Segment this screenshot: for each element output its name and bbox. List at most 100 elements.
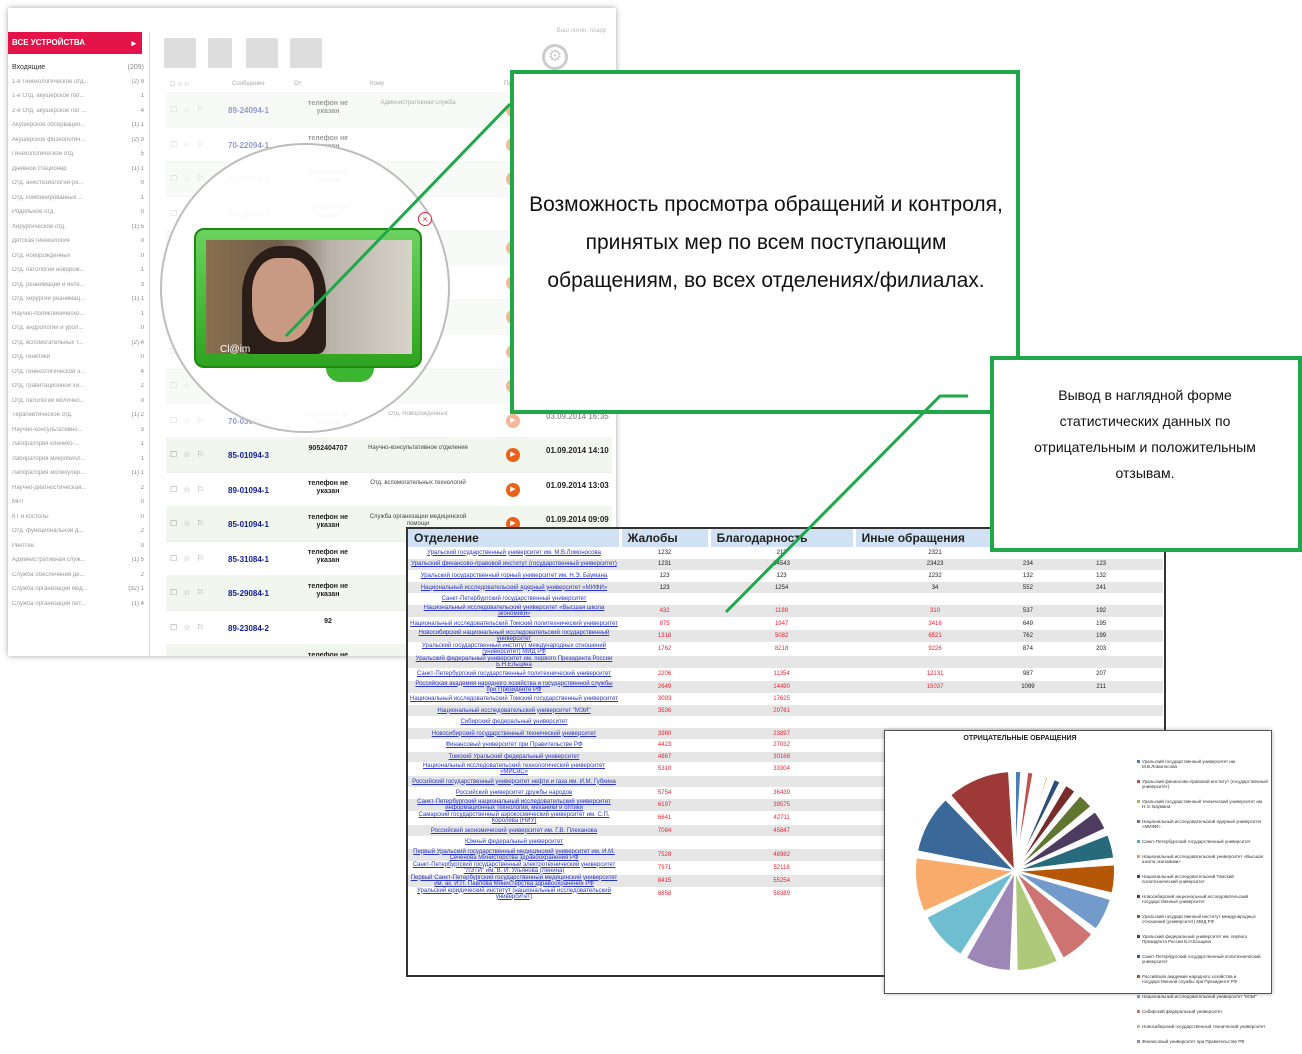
sidebar-folder[interactable]: МРТ 0 xyxy=(12,499,144,514)
stats-dept-link[interactable]: Национальный исследовательский ядерный у… xyxy=(408,581,620,594)
stats-dept-link[interactable]: Российская академия народного хозяйства … xyxy=(408,680,620,694)
row-flags[interactable]: ☐ ☆ ⚐ xyxy=(170,416,206,425)
sidebar-folder[interactable]: Лаборатория молекуляр... (1) 1 xyxy=(12,470,144,485)
stats-dept-link[interactable]: Самарский государственный аэрокосмически… xyxy=(408,811,620,826)
col-from[interactable]: От xyxy=(294,81,301,87)
sidebar-folder[interactable]: Административная служ... (1) 5 xyxy=(12,557,144,572)
sidebar-folder[interactable]: Отд. функциональной д... 2 xyxy=(12,528,144,543)
stats-dept-link[interactable]: Уральский государственный горный универс… xyxy=(408,570,620,583)
message-number[interactable]: 85-29084-1 xyxy=(228,589,269,598)
sidebar-folder[interactable]: Отд. новорожденных 0 xyxy=(12,253,144,268)
message-number[interactable]: 89-23084-2 xyxy=(228,624,269,633)
row-flags[interactable]: ☐ ☆ ⚐ xyxy=(170,174,206,183)
close-icon[interactable]: × xyxy=(418,212,432,226)
stats-dept-link[interactable]: Санкт-Петербургский государственный поли… xyxy=(408,668,620,681)
sidebar-folder[interactable]: Родильное отд. 0 xyxy=(12,209,144,224)
col-to[interactable]: Кому xyxy=(370,81,384,87)
message-number[interactable]: 89-01094-1 xyxy=(228,486,269,495)
stats-dept-link[interactable]: Новосибирский национальный исследователь… xyxy=(408,629,620,644)
message-number[interactable]: 89-24094-1 xyxy=(228,106,269,115)
message-row[interactable]: ☐ ☆ ⚐ 89-01094-1 телефон не указан Отд. всп… xyxy=(166,472,612,508)
sidebar-folder[interactable]: Служба организации пит... (1) 4 xyxy=(12,601,144,616)
stats-dept-link[interactable]: Российский государственный университет н… xyxy=(408,775,620,788)
stats-dept-link[interactable]: Национальный исследовательский технологи… xyxy=(408,762,620,777)
row-flags[interactable]: ☐ ☆ ⚐ xyxy=(170,519,206,528)
select-all-checkbox[interactable]: ☐ ☆ ⚐ xyxy=(170,81,189,88)
stats-dept-link[interactable]: Национальный исследовательский Томский п… xyxy=(408,617,620,631)
sidebar-folder[interactable]: Гинекологическое отд. 5 xyxy=(12,151,144,166)
stats-dept-link[interactable]: Санкт-Петербургский национальный исследо… xyxy=(408,798,620,813)
sidebar-folder[interactable]: Рентген 0 xyxy=(12,543,144,558)
sidebar-folder[interactable]: Отд. комбинированных ... 1 xyxy=(12,195,144,210)
sidebar-folder[interactable]: Отд. андрологии и урол... 0 xyxy=(12,325,144,340)
all-devices-button[interactable]: ВСЕ УСТРОЙСТВА ▸ xyxy=(8,32,142,54)
sidebar-folder[interactable]: Отд. патологии молочно... 0 xyxy=(12,398,144,413)
stats-dept-link[interactable]: Национальный исследовательский университ… xyxy=(408,604,620,619)
row-flags[interactable]: ☐ ☆ ⚐ xyxy=(170,140,206,149)
stats-dept-link[interactable]: Уральский юридический институт (национал… xyxy=(408,887,620,901)
sidebar-folder[interactable]: Детская гинекология 0 xyxy=(12,238,144,253)
row-flags[interactable]: ☐ ☆ ⚐ xyxy=(170,588,206,597)
video-frame[interactable]: Cl@im xyxy=(206,240,412,354)
sidebar-folder[interactable]: Служба организации мед... (32) 1 xyxy=(12,586,144,601)
stats-dept-link[interactable]: Южный федеральный университет xyxy=(408,836,620,849)
stats-dept-link[interactable]: Санкт-Петербургский государственный элек… xyxy=(408,861,620,875)
forward-mail-icon[interactable] xyxy=(290,38,322,68)
sidebar-folder[interactable]: Терапевтическое отд. (1) 2 xyxy=(12,412,144,427)
col-message[interactable]: Сообщение xyxy=(232,81,265,87)
row-flags[interactable]: ☐ ☆ ⚐ xyxy=(170,485,206,494)
sidebar-folder[interactable]: 1-е Отд. акушерское пат... 1 xyxy=(12,93,144,108)
sidebar-folder[interactable]: Научно-консультативно... 3 xyxy=(12,427,144,442)
sidebar-folder[interactable]: Служба обеспечения де... 2 xyxy=(12,572,144,587)
stats-dept-link[interactable]: Уральский государственный институт между… xyxy=(408,642,620,657)
trash-icon[interactable] xyxy=(208,38,232,68)
stats-dept-link[interactable]: Сибирский федеральный университет xyxy=(408,716,620,729)
message-number[interactable]: 85-01094-1 xyxy=(228,520,269,529)
stats-dept-link[interactable]: Уральский финансово-правовой институт (г… xyxy=(408,558,620,571)
stats-dept-link[interactable]: Уральский федеральный университет им. пе… xyxy=(408,655,620,670)
message-number[interactable]: 85-01094-3 xyxy=(228,451,269,460)
row-flags[interactable]: ☐ ☆ ⚐ xyxy=(170,554,206,563)
row-flags[interactable]: ☐ ☆ ⚐ xyxy=(170,105,206,114)
stats-dept-link[interactable]: Первый Уральский государственный медицин… xyxy=(408,848,620,862)
sidebar-folder[interactable]: Акушерское обсервацио... (1) 1 xyxy=(12,122,144,137)
stats-dept-link[interactable]: Томский Уральский федеральный университе… xyxy=(408,751,620,764)
sidebar-folder[interactable]: Хирургическое отд. (1) 5 xyxy=(12,224,144,239)
sidebar-folder[interactable]: Отд. патологии новорож... 1 xyxy=(12,267,144,282)
stats-dept-link[interactable]: Первый Санкт-Петербургский государственн… xyxy=(408,874,620,888)
stats-dept-link[interactable]: Российский университет дружбы народов xyxy=(408,787,620,800)
sidebar-folder[interactable]: Лаборатория клинико-... 1 xyxy=(12,441,144,456)
play-icon[interactable]: ▶ xyxy=(506,482,520,497)
row-flags[interactable]: ☐ ☆ ⚐ xyxy=(170,450,206,459)
gear-icon[interactable]: ⚙ xyxy=(542,44,568,70)
sidebar-folder[interactable]: Лаборатория микробиол... 1 xyxy=(12,456,144,471)
sidebar-folder[interactable]: Отд. хирургии реанимац... (1) 1 xyxy=(12,296,144,311)
row-flags[interactable]: ☐ ☆ ⚐ xyxy=(170,623,206,632)
stats-dept-link[interactable]: Финансовый университет при Правительстве… xyxy=(408,739,620,752)
message-number[interactable]: 85-31084-1 xyxy=(228,555,269,564)
sidebar-folder[interactable]: КТ и костолы 0 xyxy=(12,514,144,529)
stats-dept-link[interactable]: Новосибирский государственный технически… xyxy=(408,727,620,741)
message-row[interactable]: ☐ ☆ ⚐ 85-01094-3 9052404707 Научно-консульт… xyxy=(166,437,612,473)
play-icon[interactable]: ▶ xyxy=(506,448,520,462)
sidebar-folder[interactable]: Отд. вспомогательных т... (2) 4 xyxy=(12,340,144,355)
sidebar-folder[interactable]: Научно-поликлиническо... 1 xyxy=(12,311,144,326)
stats-dept-link[interactable]: Национальный исследовательский университ… xyxy=(408,704,620,717)
stats-dept-link[interactable]: Уральский государственный университет им… xyxy=(408,547,620,560)
stats-dept-link[interactable]: Санкт-Петербургский государственный унив… xyxy=(408,593,620,606)
sidebar-folder[interactable]: Научно-диагностическая... 2 xyxy=(12,485,144,500)
stats-dept-link[interactable]: Национальный исследовательский Томский г… xyxy=(408,693,620,706)
sidebar-folder[interactable]: 2-е Отд. акушерское пат ... 4 xyxy=(12,108,144,123)
folder-icon[interactable] xyxy=(246,38,278,68)
sidebar-folder[interactable]: Отд. гинекологической э... 4 xyxy=(12,369,144,384)
sidebar-folder[interactable]: Дневной стационар (1) 1 xyxy=(12,166,144,181)
sidebar-folder[interactable]: 1-е Гинекологическое отд... (2) 9 xyxy=(12,79,144,94)
sidebar-folder[interactable]: Отд. реанимации и инте... 3 xyxy=(12,282,144,297)
play-icon[interactable]: ▶ xyxy=(506,413,520,428)
sidebar-folder[interactable]: Входящие (209) xyxy=(12,64,144,79)
sidebar-folder[interactable]: Акушерское физиологич... (2) 3 xyxy=(12,137,144,152)
stats-dept-link[interactable]: Российский экономический университет им.… xyxy=(408,824,620,837)
sidebar-folder[interactable]: Отд. генетики 0 xyxy=(12,354,144,369)
sidebar-folder[interactable]: Отд. анестезиологии-ре... 0 xyxy=(12,180,144,195)
sidebar-folder[interactable]: Отд. гравитационной хи... 2 xyxy=(12,383,144,398)
